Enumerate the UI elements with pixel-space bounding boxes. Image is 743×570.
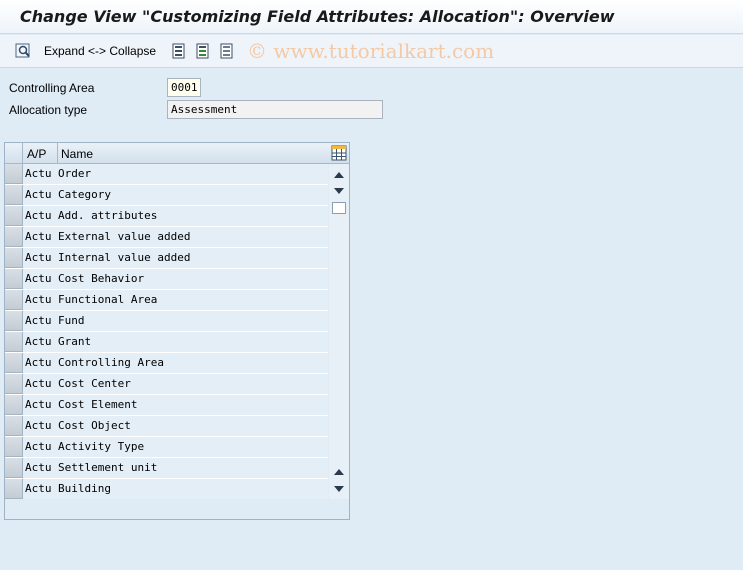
select-all-rows-button[interactable] — [5, 143, 23, 163]
table-settings-icon[interactable] — [331, 145, 347, 161]
application-toolbar: Expand <-> Collapse © www.tutorialkart.c… — [0, 35, 743, 68]
table-row[interactable]: Actu Activity Type — [5, 437, 328, 458]
cell-name: Controlling Area — [58, 356, 164, 369]
field-attributes-table: A/P Name Actu Order Actu Category Actu Add. a… — [4, 142, 350, 520]
row-selector-button[interactable] — [5, 353, 23, 373]
row-selector-button[interactable] — [5, 269, 23, 289]
cell-ap: Actu — [25, 419, 52, 432]
row-selector-button[interactable] — [5, 206, 23, 226]
cell-ap: Actu — [25, 188, 52, 201]
cell-ap: Actu — [25, 356, 52, 369]
vertical-scrollbar[interactable] — [329, 164, 349, 499]
row-selector-button[interactable] — [5, 290, 23, 310]
cell-name: Cost Center — [58, 377, 131, 390]
row-selector-button[interactable] — [5, 311, 23, 331]
table-row[interactable]: Actu Settlement unit — [5, 458, 328, 479]
table-row[interactable]: Actu Controlling Area — [5, 353, 328, 374]
cell-ap: Actu — [25, 272, 52, 285]
cell-name: Add. attributes — [58, 209, 158, 222]
expand-collapse-button[interactable]: Expand <-> Collapse — [44, 44, 156, 58]
row-selector-button[interactable] — [5, 185, 23, 205]
allocation-type-field: Assessment — [167, 100, 383, 119]
cell-name: Functional Area — [58, 293, 158, 306]
table-row[interactable]: Actu Cost Object — [5, 416, 328, 437]
table-row[interactable]: Actu Cost Center — [5, 374, 328, 395]
cell-ap: Actu — [25, 230, 52, 243]
cell-ap: Actu — [25, 440, 52, 453]
row-selector-button[interactable] — [5, 227, 23, 247]
cell-name: Order — [58, 167, 92, 180]
table-row[interactable]: Actu Building — [5, 479, 328, 500]
table-row[interactable]: Actu Fund — [5, 311, 328, 332]
select-block-icon[interactable] — [195, 43, 211, 59]
cell-name: Fund — [58, 314, 85, 327]
cell-name: Cost Element — [58, 398, 138, 411]
page-title: Change View "Customizing Field Attribute… — [20, 7, 615, 26]
cell-ap: Actu — [25, 461, 52, 474]
watermark-text: © www.tutorialkart.com — [247, 39, 495, 63]
cell-ap: Actu — [25, 167, 52, 180]
cell-ap: Actu — [25, 314, 52, 327]
page-up-icon[interactable] — [333, 467, 345, 477]
cell-ap: Actu — [25, 251, 52, 264]
table-row[interactable]: Actu Grant — [5, 332, 328, 353]
table-row[interactable]: Actu Internal value added — [5, 248, 328, 269]
column-separator — [57, 143, 58, 163]
cell-name: Grant — [58, 335, 92, 348]
row-selector-button[interactable] — [5, 164, 23, 184]
row-selector-button[interactable] — [5, 437, 23, 457]
title-bar: Change View "Customizing Field Attribute… — [0, 0, 743, 34]
row-selector-button[interactable] — [5, 416, 23, 436]
cell-name: Settlement unit — [58, 461, 158, 474]
row-selector-button[interactable] — [5, 479, 23, 499]
cell-ap: Actu — [25, 398, 52, 411]
cell-name: Category — [58, 188, 111, 201]
table-row[interactable]: Actu Add. attributes — [5, 206, 328, 227]
page-down-icon[interactable] — [333, 186, 345, 196]
cell-name: Activity Type — [58, 440, 145, 453]
table-row[interactable]: Actu Cost Behavior — [5, 269, 328, 290]
cell-ap: Actu — [25, 482, 52, 495]
display-change-icon[interactable] — [15, 43, 31, 59]
allocation-type-label: Allocation type — [9, 103, 88, 117]
controlling-area-field[interactable]: 0001 — [167, 78, 201, 97]
column-header-ap[interactable]: A/P — [27, 147, 46, 161]
row-selector-button[interactable] — [5, 248, 23, 268]
row-selector-button[interactable] — [5, 374, 23, 394]
column-header-name[interactable]: Name — [61, 147, 93, 161]
cell-name: Building — [58, 482, 111, 495]
table-row[interactable]: Actu Cost Element — [5, 395, 328, 416]
cell-ap: Actu — [25, 377, 52, 390]
scroll-thumb[interactable] — [332, 202, 346, 214]
row-selector-button[interactable] — [5, 332, 23, 352]
cell-name: Cost Object — [58, 419, 131, 432]
cell-ap: Actu — [25, 209, 52, 222]
table-row[interactable]: Actu Functional Area — [5, 290, 328, 311]
table-row[interactable]: Actu Category — [5, 185, 328, 206]
table-footer — [5, 499, 349, 519]
select-all-icon[interactable] — [171, 43, 187, 59]
scroll-up-icon[interactable] — [333, 170, 345, 180]
deselect-all-icon[interactable] — [219, 43, 235, 59]
row-selector-button[interactable] — [5, 458, 23, 478]
table-row[interactable]: Actu External value added — [5, 227, 328, 248]
cell-ap: Actu — [25, 293, 52, 306]
scroll-down-icon[interactable] — [333, 484, 345, 494]
controlling-area-label: Controlling Area — [9, 81, 95, 95]
cell-name: Internal value added — [58, 251, 191, 264]
table-header: A/P Name — [5, 143, 349, 164]
table-row[interactable]: Actu Order — [5, 164, 328, 185]
row-selector-button[interactable] — [5, 395, 23, 415]
cell-name: Cost Behavior — [58, 272, 145, 285]
cell-ap: Actu — [25, 335, 52, 348]
cell-name: External value added — [58, 230, 191, 243]
